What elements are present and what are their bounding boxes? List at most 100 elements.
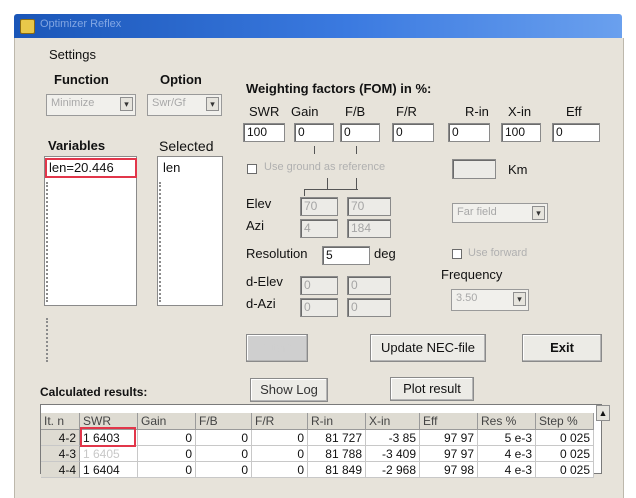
table-cell-step[interactable]: 0 025 [536,430,594,446]
table-cell-xin[interactable]: -2 968 [366,462,420,478]
option-label: Option [160,72,202,87]
function-label: Function [54,72,109,87]
option-value: Swr/Gf [152,97,186,109]
chevron-down-icon[interactable]: ▾ [513,292,526,306]
window-title: Optimizer Reflex [40,18,122,30]
resolution-input[interactable]: 5 [322,246,370,265]
chevron-down-icon[interactable]: ▾ [206,97,219,111]
wf-rin-input[interactable]: 0 [448,123,490,142]
elev-label: Elev [246,196,272,211]
col-header-xin[interactable]: X-in [366,413,420,430]
dazi-start-input[interactable]: 0 [300,298,338,317]
col-header-rin[interactable]: R-in [308,413,366,430]
col-header-fb[interactable]: F/B [196,413,252,430]
table-cell-res[interactable]: 4 e-3 [478,462,536,478]
function-select[interactable]: Minimize ▾ [46,94,136,116]
wf-fr-input[interactable]: 0 [392,123,434,142]
plot-result-button[interactable]: Plot result [390,377,474,401]
wf-header-gain: Gain [291,104,319,119]
table-cell-gain[interactable]: 0 [138,430,196,446]
table-cell-eff[interactable]: 97 97 [420,430,478,446]
table-cell-xin[interactable]: -3 85 [366,430,420,446]
title-bar[interactable]: Optimizer Reflex [14,14,622,38]
wf-eff-input[interactable]: 0 [552,123,600,142]
col-header-swr[interactable]: SWR [80,413,138,430]
selected-item[interactable]: len [163,160,180,175]
pattern-select[interactable]: Far field ▾ [452,203,548,223]
scroll-up-icon[interactable]: ▲ [596,405,610,421]
resolution-label: Resolution [246,246,308,261]
start-button[interactable]: Start [246,334,308,362]
table-cell-xin[interactable]: -3 409 [366,446,420,462]
ground-checkbox[interactable] [247,164,257,174]
variables-list[interactable] [44,156,137,306]
table-cell-fr[interactable]: 0 [252,430,308,446]
wf-header-fb: F/B [345,104,366,119]
col-header-eff[interactable]: Eff [420,413,478,430]
table-row-id[interactable]: 4-3 [41,446,80,462]
wf-swr-input[interactable]: 100 [243,123,285,142]
selected-list[interactable] [157,156,223,306]
col-header-iteration[interactable]: It. n [41,413,80,430]
dazi-end-input[interactable]: 0 [347,298,391,317]
table-cell-swr[interactable]: 1 6405 [80,446,138,462]
table-cell-res[interactable]: 4 e-3 [478,446,536,462]
dazi-label: d-Azi [246,296,276,311]
exit-button[interactable]: Exit [522,334,602,362]
frequency-select[interactable]: 3.50 ▾ [451,289,529,311]
wf-header-fr: F/R [396,104,417,119]
results-label: Calculated results: [40,385,148,399]
table-cell-fb[interactable]: 0 [196,462,252,478]
table-row-id[interactable]: 4-2 [41,430,80,446]
option-select[interactable]: Swr/Gf ▾ [147,94,222,116]
variable-item[interactable]: len=20.446 [45,158,137,178]
forward-checkbox[interactable] [452,249,462,259]
col-header-gain[interactable]: Gain [138,413,196,430]
table-cell-res[interactable]: 5 e-3 [478,430,536,446]
col-header-fr[interactable]: F/R [252,413,308,430]
table-cell-fb[interactable]: 0 [196,430,252,446]
azi-label: Azi [246,218,265,233]
table-cell-rin[interactable]: 81 849 [308,462,366,478]
table-cell-eff[interactable]: 97 97 [420,446,478,462]
update-nec-file-button[interactable]: Update NEC-file [370,334,486,362]
wf-xin-input[interactable]: 100 [501,123,541,142]
chevron-down-icon[interactable]: ▾ [120,97,133,111]
wf-header-swr: SWR [249,104,280,119]
elev-end-input[interactable]: 70 [347,197,391,216]
table-cell-eff[interactable]: 97 98 [420,462,478,478]
wf-header-xin: X-in [508,104,532,119]
table-row-id[interactable]: 4-4 [41,462,80,478]
connector-line [304,189,358,190]
settings-label: Settings [49,47,96,62]
frequency-label: Frequency [441,267,503,282]
show-log-button[interactable]: Show Log [250,378,328,402]
table-cell-rin[interactable]: 81 788 [308,446,366,462]
connector-tick [304,189,305,196]
list-divider [159,182,161,302]
delev-start-input[interactable]: 0 [300,276,338,295]
delev-end-input[interactable]: 0 [347,276,391,295]
azi-end-input[interactable]: 184 [347,219,391,238]
table-cell-step[interactable]: 0 025 [536,446,594,462]
table-cell-fr[interactable]: 0 [252,446,308,462]
table-cell-rin[interactable]: 81 727 [308,430,366,446]
connector-tick [356,146,357,154]
table-cell-fb[interactable]: 0 [196,446,252,462]
wf-header-eff: Eff [566,104,582,119]
table-cell-fr[interactable]: 0 [252,462,308,478]
table-cell-swr[interactable]: 1 6403 [80,430,138,446]
azi-start-input[interactable]: 4 [300,219,338,238]
chevron-down-icon[interactable]: ▾ [532,206,545,220]
table-cell-swr[interactable]: 1 6404 [80,462,138,478]
table-cell-step[interactable]: 0 025 [536,462,594,478]
elev-start-input[interactable]: 70 [300,197,338,216]
wf-fb-input[interactable]: 0 [340,123,380,142]
table-cell-gain[interactable]: 0 [138,446,196,462]
col-header-step[interactable]: Step % [536,413,594,430]
table-cell-gain[interactable]: 0 [138,462,196,478]
wf-gain-input[interactable]: 0 [294,123,334,142]
forward-checkbox-label: Use forward [468,247,528,259]
col-header-res[interactable]: Res % [478,413,536,430]
km-input[interactable] [452,159,496,179]
